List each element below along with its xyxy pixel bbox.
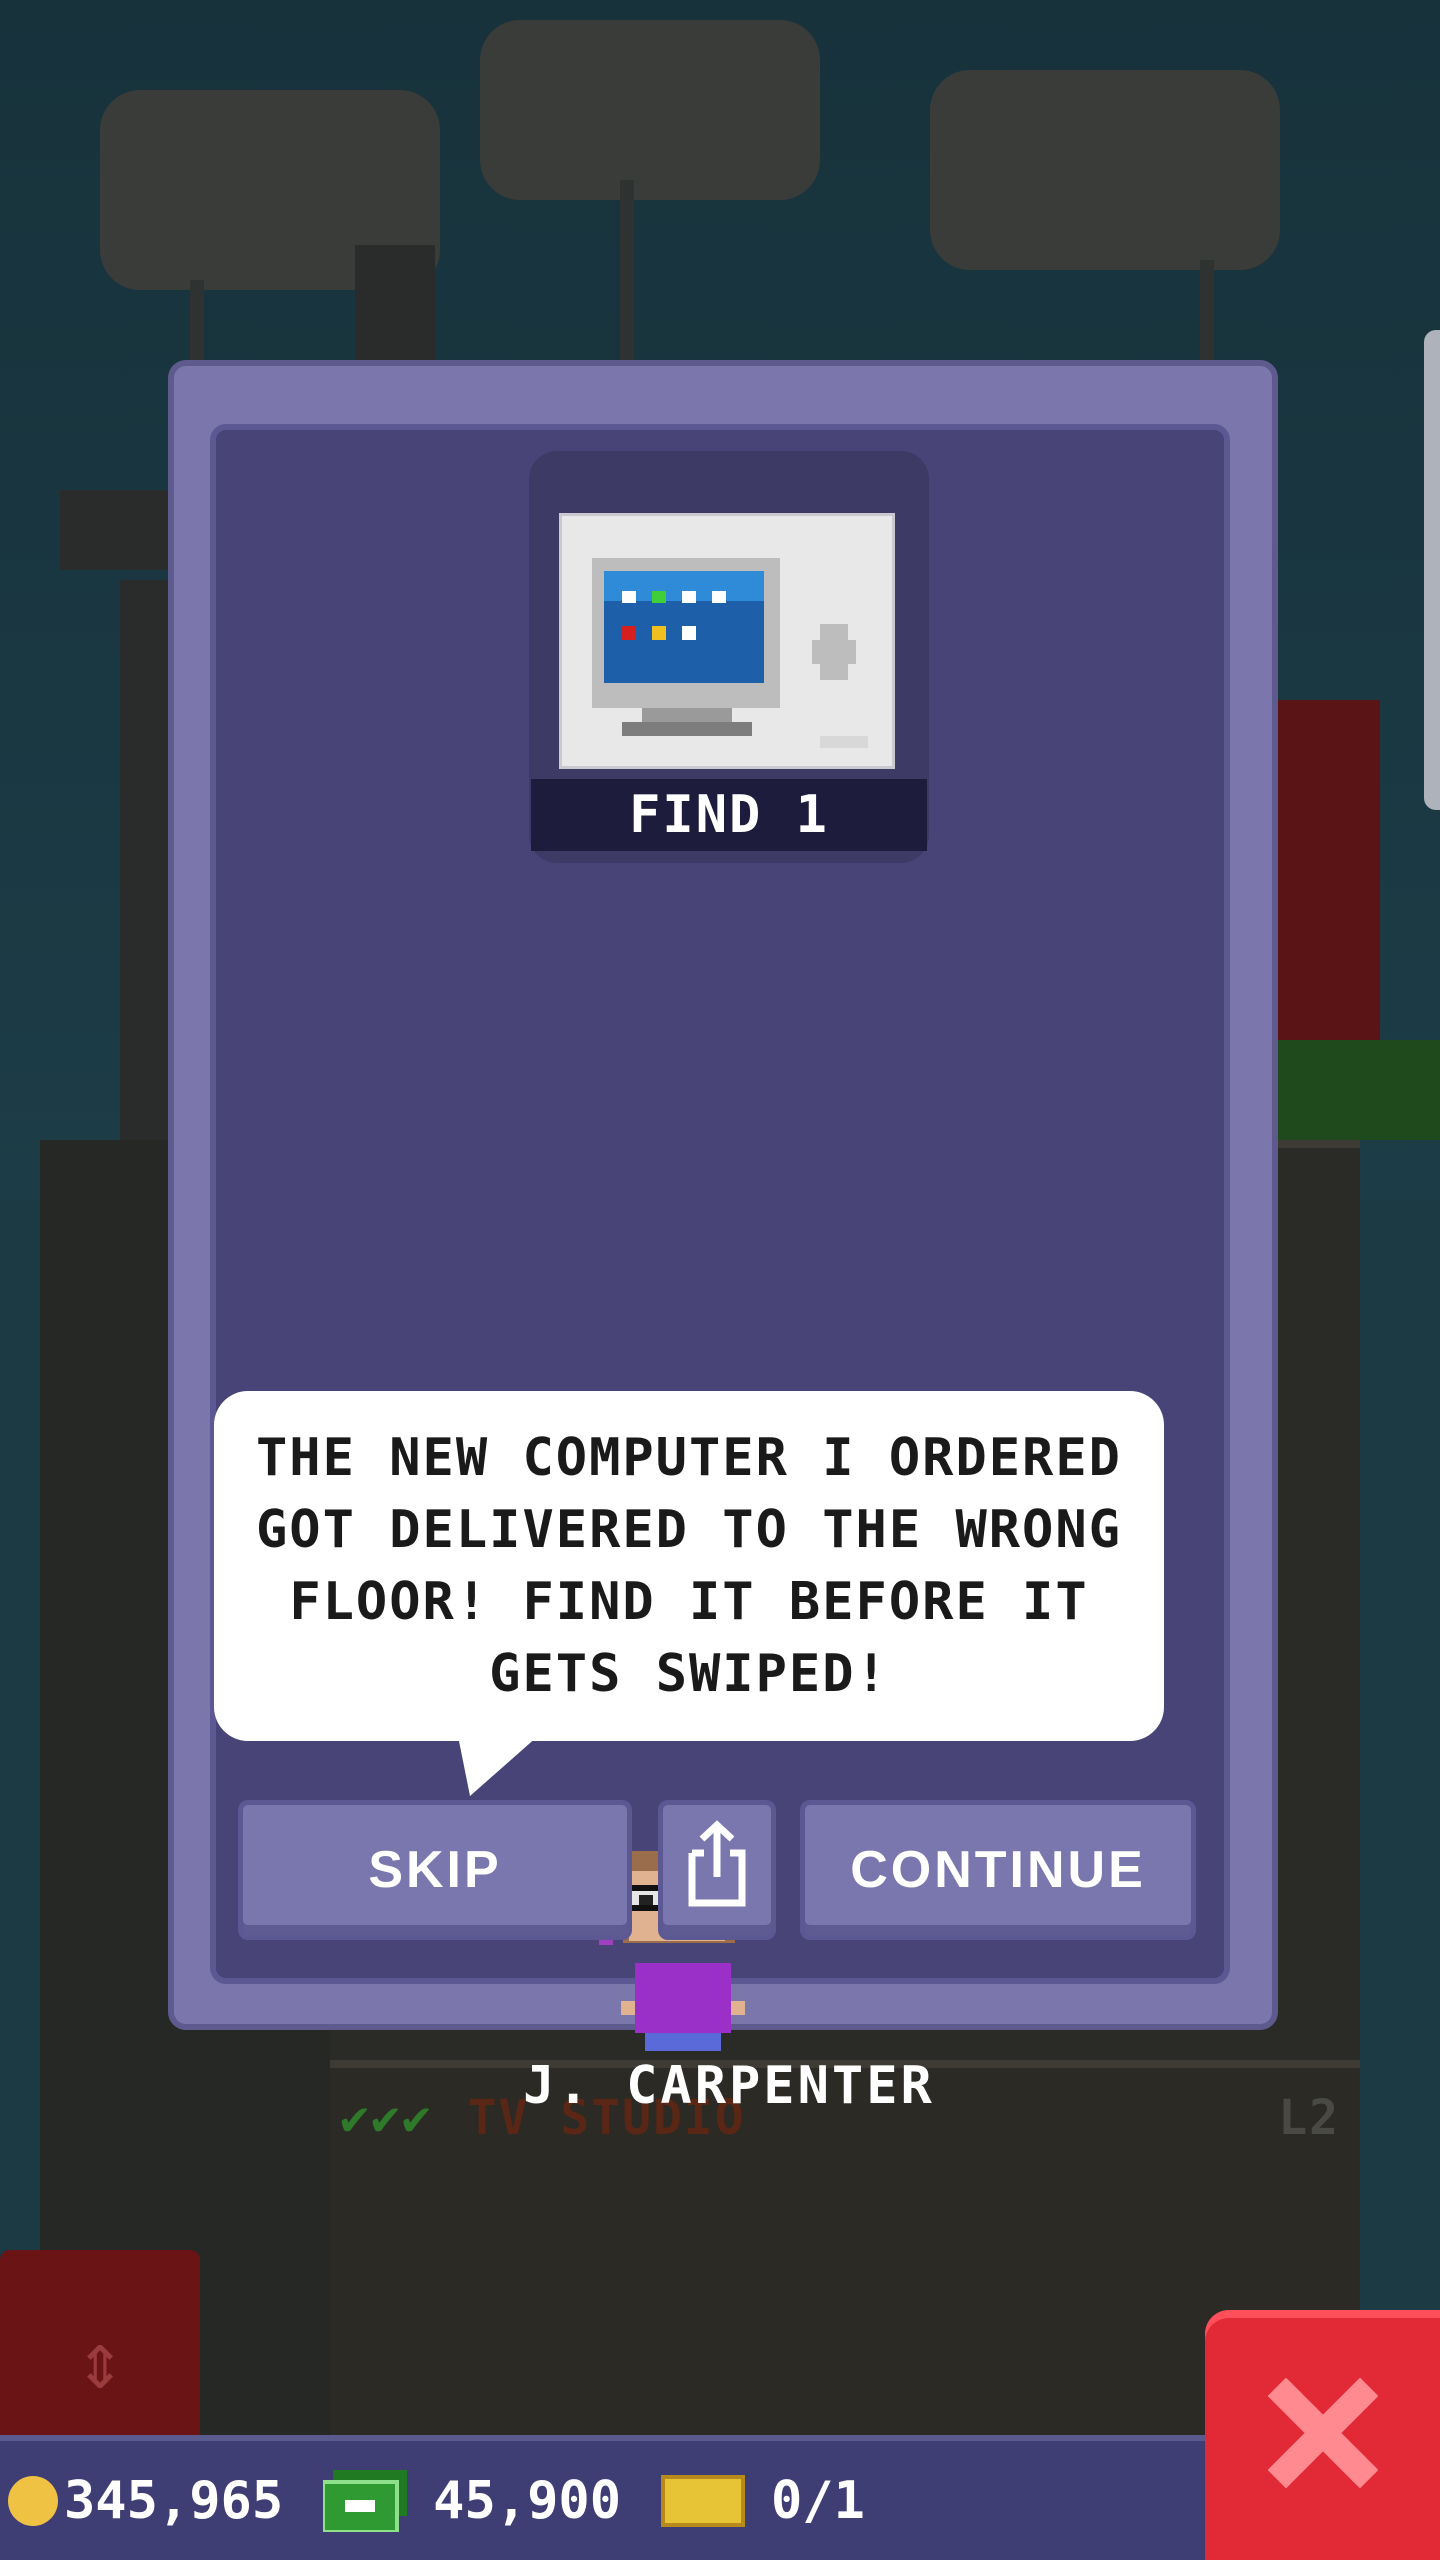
mission-dialog: FIND 1 THE NEW COMPUTER I ORDERED GOT DE… — [168, 360, 1278, 2116]
grass — [1270, 1040, 1440, 1140]
skip-button[interactable]: SKIP — [238, 1800, 632, 1940]
character-name: J. CARPENTER — [523, 2056, 935, 2116]
find-label: FIND 1 — [531, 779, 927, 851]
mission-item-tile: FIND 1 — [529, 451, 929, 863]
continue-button[interactable]: CONTINUE — [800, 1800, 1196, 1940]
share-button[interactable] — [658, 1800, 776, 1940]
bux-cash-icon — [321, 2469, 408, 2534]
currency-bar: 345,965 45,900 0/1 — [0, 2435, 1210, 2560]
close-button[interactable] — [1205, 2310, 1440, 2560]
speech-bubble: THE NEW COMPUTER I ORDERED GOT DELIVERED… — [214, 1391, 1164, 1741]
cloud — [930, 70, 1280, 270]
golden-ticket-icon — [661, 2474, 745, 2527]
share-icon — [682, 1819, 752, 1922]
coin-icon — [8, 2475, 58, 2526]
side-drawer-tab[interactable] — [1424, 330, 1440, 810]
coin-count: 345,965 — [64, 2470, 284, 2531]
pole — [620, 180, 634, 380]
close-icon — [1267, 2377, 1378, 2492]
computer-icon — [559, 513, 895, 769]
up-down-arrows-icon: ⇕ — [75, 2313, 125, 2407]
mission-message: THE NEW COMPUTER I ORDERED GOT DELIVERED… — [256, 1428, 1122, 1704]
building — [60, 490, 180, 570]
golden-ticket-count: 0/1 — [771, 2470, 865, 2531]
floor-level: L2 — [1278, 2090, 1340, 2146]
cloud — [480, 20, 820, 200]
bux-count: 45,900 — [433, 2470, 621, 2531]
